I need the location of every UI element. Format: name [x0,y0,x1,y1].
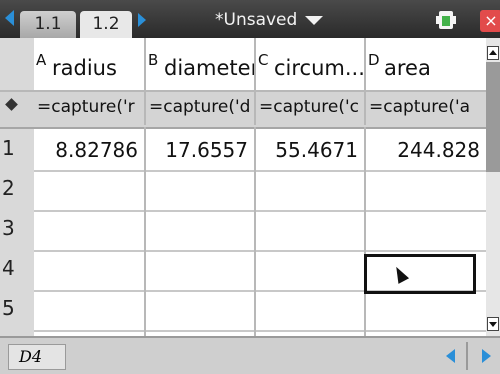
document-title-menu[interactable]: *Unsaved [215,0,324,38]
row-number-1[interactable]: 1 [2,136,15,160]
cell-a1[interactable]: 8.82786 [34,130,144,170]
scroll-down-arrow-icon[interactable] [487,317,499,331]
formula-cell-c[interactable]: =capture('c [256,90,366,125]
cell-b1[interactable]: 17.6557 [146,130,254,170]
column-name: circum... [274,56,365,80]
cell-reference-field[interactable]: D4 [8,344,66,370]
column-name: radius [52,56,117,80]
tab-page-1-1[interactable]: 1.1 [20,11,76,38]
scrollbar-thumb[interactable] [486,62,500,172]
column-name: area [384,56,431,80]
close-button[interactable]: × [480,10,500,32]
title-bar: 1.1 1.2 *Unsaved × [0,0,500,38]
column-header-b[interactable]: B diameter [146,38,256,90]
column-header-c[interactable]: C circum... [256,38,366,90]
chevron-down-icon [305,15,324,25]
row-divider [34,250,486,252]
tab-page-1-2[interactable]: 1.2 [80,11,132,38]
column-header-a[interactable]: A radius [34,38,146,90]
row-divider [34,330,486,332]
row-number-5[interactable]: 5 [2,296,15,320]
cell-d1[interactable]: 244.828 [366,130,486,170]
vertical-scrollbar[interactable] [486,38,500,336]
nav-right-arrow-icon[interactable] [482,349,491,363]
battery-icon [436,11,458,29]
scroll-up-arrow-icon[interactable] [487,46,499,60]
next-page-arrow-icon[interactable] [138,13,146,27]
formula-cell-d[interactable]: =capture('a [366,90,486,125]
column-header-d[interactable]: D area [366,38,486,90]
column-letter: C [258,51,269,69]
column-letter: A [36,51,47,69]
spreadsheet-grid[interactable]: A radius B diameter C circum... D area =… [0,38,486,336]
row-number-2[interactable]: 2 [2,176,15,200]
formula-cell-a[interactable]: =capture('r [34,90,146,125]
cell-c1[interactable]: 55.4671 [256,130,364,170]
row-divider [34,170,486,172]
column-letter: B [148,51,159,69]
grid-corner[interactable] [0,38,34,90]
selected-cell-d4[interactable] [364,254,476,294]
status-bar: D4 [0,336,500,374]
column-name: diameter [164,56,256,80]
row-number-3[interactable]: 3 [2,216,15,240]
row-divider [34,210,486,212]
formula-cell-b[interactable]: =capture('d [146,90,256,125]
previous-page-arrow-icon[interactable] [5,10,14,26]
nav-divider [466,342,468,370]
column-letter: D [368,51,380,69]
document-title: *Unsaved [215,10,298,30]
nav-left-arrow-icon[interactable] [446,349,455,363]
row-number-4[interactable]: 4 [2,256,15,280]
